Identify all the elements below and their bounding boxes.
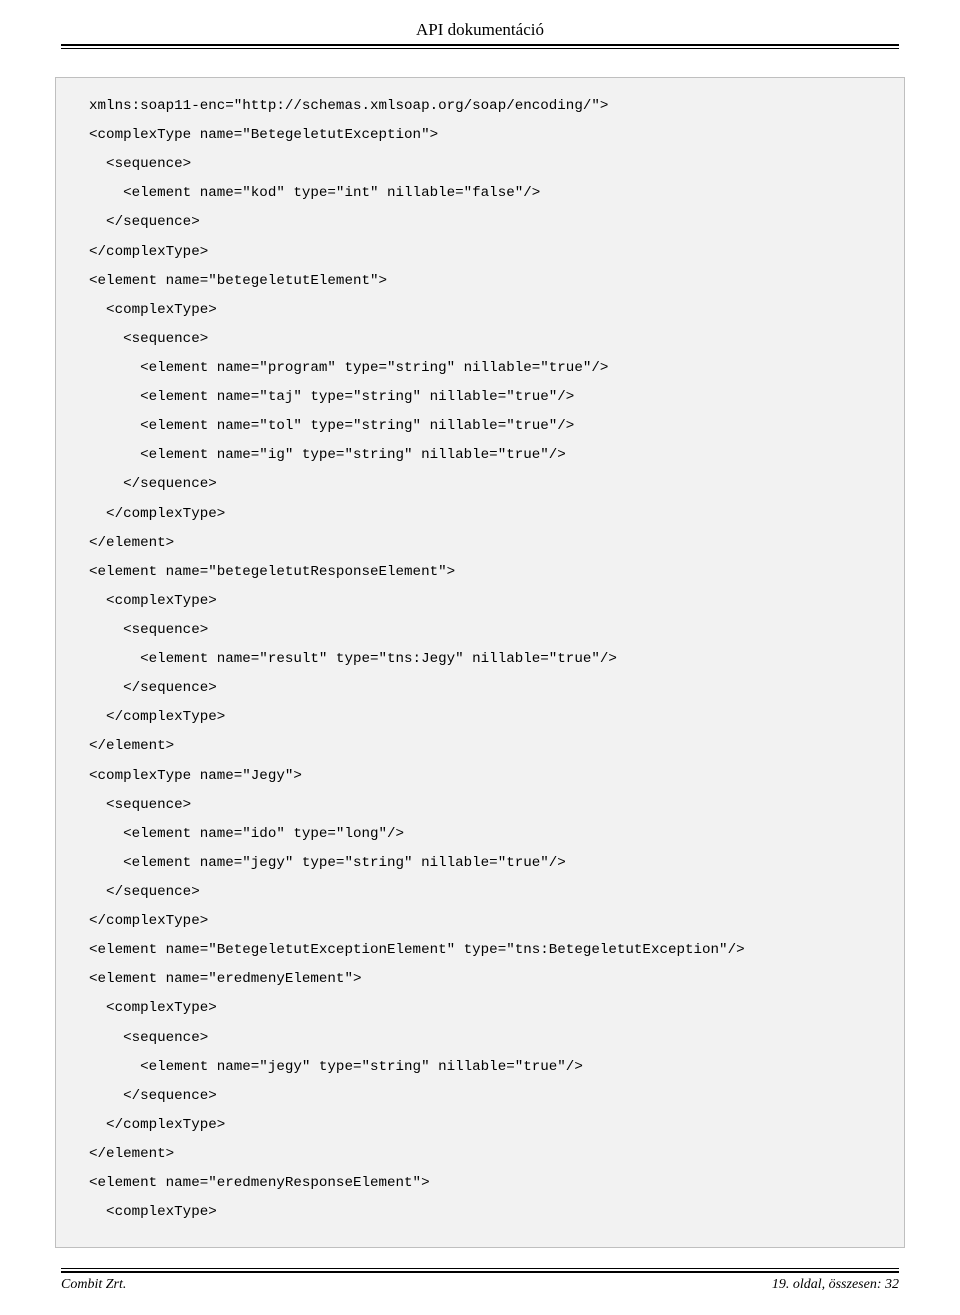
page-title: API dokumentáció	[55, 20, 905, 40]
footer-page-number: 19. oldal, összesen: 32	[772, 1277, 899, 1293]
code-block: xmlns:soap11-enc="http://schemas.xmlsoap…	[55, 77, 905, 1248]
footer-company: Combit Zrt.	[61, 1277, 126, 1293]
header-rule	[55, 44, 905, 49]
page-footer: Combit Zrt. 19. oldal, összesen: 32	[55, 1268, 905, 1293]
footer-rule	[61, 1268, 899, 1273]
page: API dokumentáció xmlns:soap11-enc="http:…	[0, 0, 960, 1315]
